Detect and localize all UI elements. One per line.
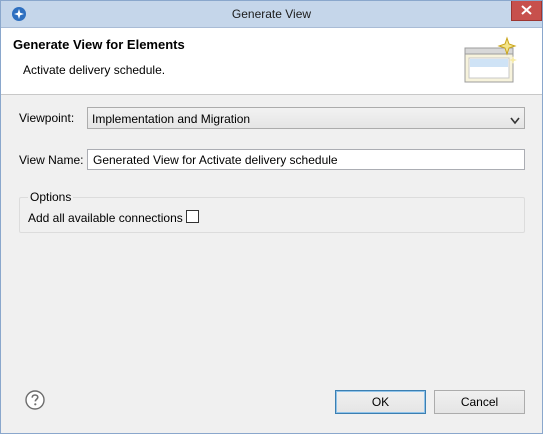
add-connections-checkbox[interactable]	[186, 210, 199, 223]
help-icon[interactable]	[25, 390, 45, 410]
options-group-title: Options	[28, 190, 74, 204]
header-description: Activate delivery schedule.	[23, 63, 166, 77]
ok-button[interactable]: OK	[335, 390, 426, 414]
dialog-header: Generate View for Elements Activate deli…	[1, 28, 542, 95]
chevron-down-icon	[510, 114, 520, 125]
viewpoint-selected-value: Implementation and Migration	[92, 112, 251, 126]
close-icon	[521, 4, 532, 18]
title-bar[interactable]: Generate View	[1, 1, 542, 28]
options-group: Options Add all available connections	[19, 190, 525, 233]
viewpoint-dropdown[interactable]: Implementation and Migration	[87, 107, 525, 129]
viewpoint-label: Viewpoint:	[19, 111, 75, 125]
generate-view-dialog: Generate View Generate View for Elements…	[0, 0, 543, 434]
header-title: Generate View for Elements	[13, 37, 185, 52]
window-title: Generate View	[231, 7, 312, 21]
cancel-button[interactable]: Cancel	[434, 390, 525, 414]
view-wizard-icon	[463, 36, 519, 88]
add-connections-label: Add all available connections	[28, 211, 183, 225]
view-name-label: View Name:	[19, 153, 84, 167]
close-button[interactable]	[511, 1, 542, 21]
view-name-input[interactable]	[88, 150, 524, 169]
view-name-field-frame	[87, 149, 525, 170]
